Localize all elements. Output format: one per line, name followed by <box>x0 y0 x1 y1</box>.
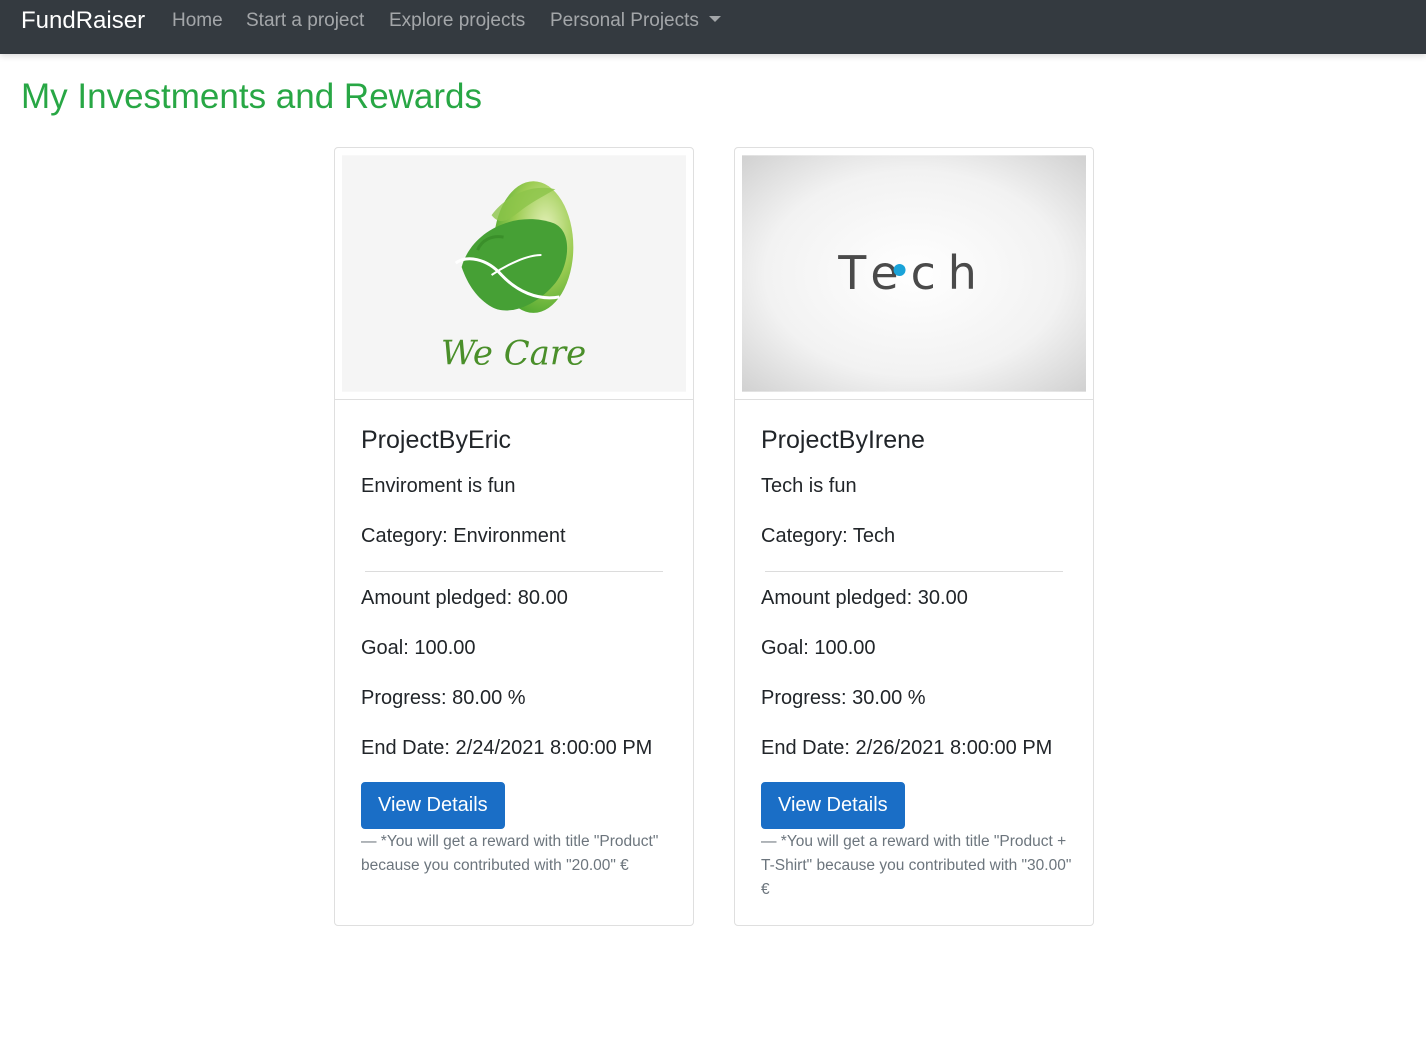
project-title: ProjectByEric <box>361 426 512 454</box>
amount-pledged: Amount pledged: 80.00 <box>361 587 568 609</box>
page-title: My Investments and Rewards <box>21 77 483 116</box>
project-category: Category: Environment <box>361 525 566 547</box>
tech-logo: Tech <box>742 155 1086 392</box>
progress: Progress: 30.00 % <box>761 687 926 709</box>
we-care-logo-text: We Care <box>441 334 586 373</box>
end-date: End Date: 2/26/2021 8:00:00 PM <box>761 737 1053 759</box>
goal: Goal: 100.00 <box>361 637 476 659</box>
project-card: Tech ProjectByIrene Tech is fun Category… <box>734 147 1094 926</box>
project-thumbnail: We Care <box>335 148 693 400</box>
nav-home[interactable]: Home <box>172 10 223 32</box>
end-date: End Date: 2/24/2021 8:00:00 PM <box>361 737 653 759</box>
tech-logo-text: Tech <box>837 246 989 300</box>
nav-explore-projects[interactable]: Explore projects <box>389 10 525 32</box>
goal: Goal: 100.00 <box>761 637 876 659</box>
project-category: Category: Tech <box>761 525 896 547</box>
chevron-down-icon <box>708 16 721 22</box>
reward-note: — *You will get a reward with title "Pro… <box>361 833 659 874</box>
view-details-button[interactable]: View Details <box>361 782 505 829</box>
reward-note: — *You will get a reward with title "Pro… <box>761 833 1072 898</box>
divider <box>365 571 663 572</box>
nav-start-project[interactable]: Start a project <box>246 10 364 32</box>
brand-link[interactable]: FundRaiser <box>21 7 145 35</box>
nav-personal-projects-label: Personal Projects <box>550 10 699 31</box>
project-thumbnail: Tech <box>735 148 1093 400</box>
top-navbar: FundRaiser Home Start a project Explore … <box>0 0 1426 54</box>
globe-leaf-icon: We Care <box>342 155 686 392</box>
project-description: Enviroment is fun <box>361 475 516 497</box>
view-details-button[interactable]: View Details <box>761 782 905 829</box>
nav-personal-projects-dropdown[interactable]: Personal Projects <box>550 10 721 32</box>
amount-pledged: Amount pledged: 30.00 <box>761 587 968 609</box>
project-title: ProjectByIrene <box>761 426 925 454</box>
progress: Progress: 80.00 % <box>361 687 526 709</box>
project-card: We Care ProjectByEric Enviroment is fun … <box>334 147 694 926</box>
divider <box>765 571 1063 572</box>
project-description: Tech is fun <box>761 475 857 497</box>
blue-dot-icon <box>893 264 906 276</box>
